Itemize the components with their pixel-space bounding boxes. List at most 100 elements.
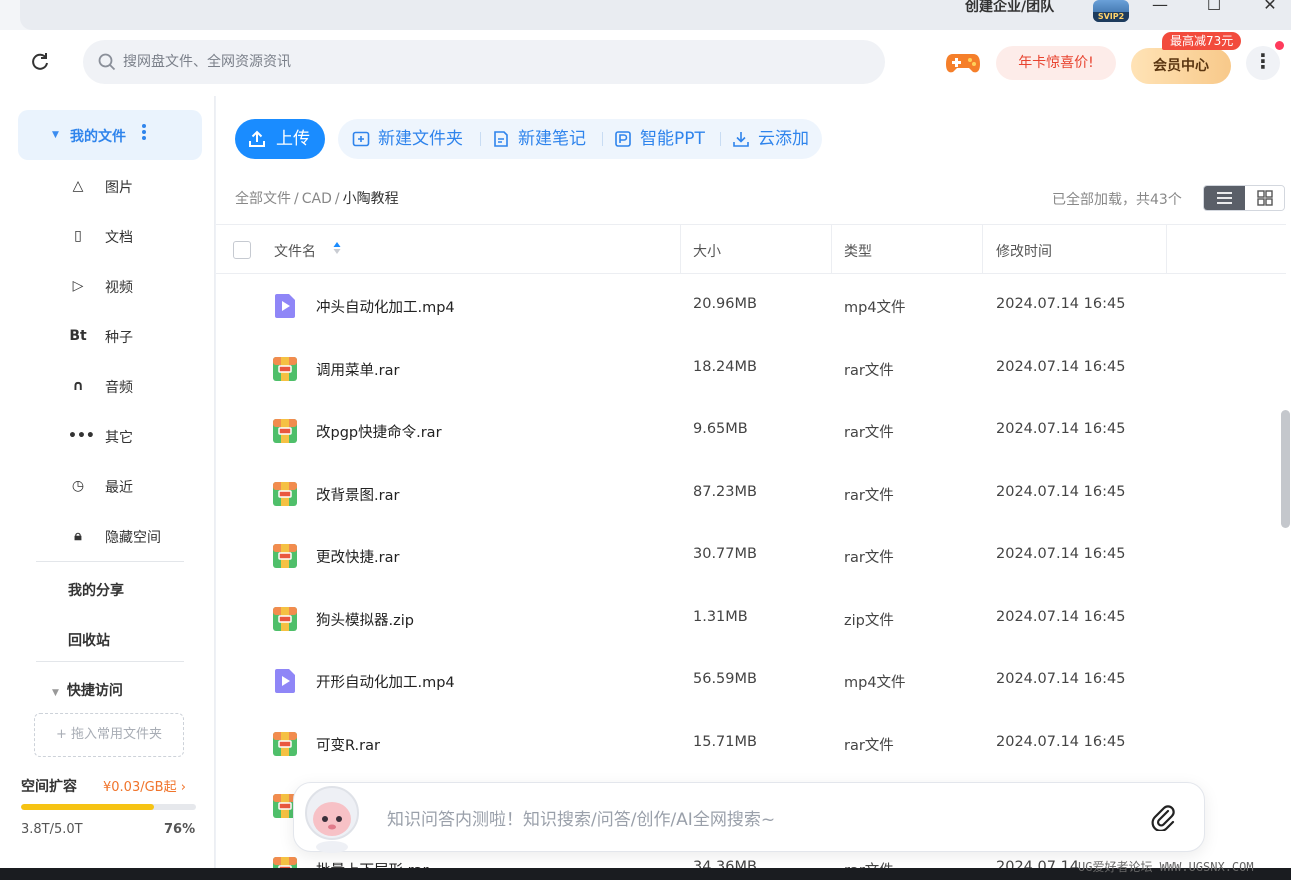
sidebar-item-recent[interactable]: ◷ 最近 bbox=[60, 472, 190, 502]
quick-access-header[interactable]: ▼ 快捷访问 bbox=[52, 680, 123, 700]
sidebar-item-label: 隐藏空间 bbox=[105, 530, 161, 546]
notification-dot bbox=[1275, 41, 1284, 50]
sort-arrow-icon[interactable] bbox=[333, 241, 341, 255]
upload-label: 上传 bbox=[276, 129, 310, 149]
header: 年卡惊喜价! 会员中心 最高减73元 ⋮ bbox=[0, 30, 1291, 96]
table-row[interactable]: 可变R.rar 15.71MB rar文件 2024.07.14 16:45 bbox=[216, 713, 1286, 775]
archive-file-icon bbox=[273, 731, 297, 756]
more-menu-button[interactable]: ⋮ bbox=[1246, 46, 1280, 80]
file-name: 开形自动化加工.mp4 bbox=[316, 675, 455, 691]
search-input[interactable] bbox=[123, 40, 863, 84]
sidebar-item-my-shares[interactable]: 我的分享 bbox=[68, 580, 124, 600]
table-header: 文件名 大小 类型 修改时间 bbox=[216, 224, 1286, 274]
table-row[interactable]: 开形自动化加工.mp4 56.59MB mp4文件 2024.07.14 16:45 bbox=[216, 650, 1286, 712]
create-team-link[interactable]: 创建企业/团队 bbox=[965, 0, 1054, 14]
new-folder-label: 新建文件夹 bbox=[378, 129, 463, 149]
sidebar-item-hidden-space[interactable]: 🔒︎ 隐藏空间 bbox=[60, 522, 190, 552]
minimize-button[interactable]: — bbox=[1150, 0, 1170, 14]
lock-icon: 🔒︎ bbox=[74, 528, 82, 544]
file-type: zip文件 bbox=[844, 612, 894, 629]
toolbar-divider bbox=[602, 132, 603, 146]
vip-center-button[interactable]: 会员中心 bbox=[1131, 48, 1231, 84]
sidebar-item-torrents[interactable]: Bt 种子 bbox=[60, 322, 190, 352]
table-row[interactable]: 改背景图.rar 87.23MB rar文件 2024.07.14 16:45 bbox=[216, 463, 1286, 525]
ai-search-bar[interactable]: 知识问答内测啦！知识搜索/问答/创作/AI全网搜索~ bbox=[293, 782, 1205, 853]
caret-down-icon: ▼ bbox=[52, 130, 59, 140]
sidebar-item-documents[interactable]: ▯ 文档 bbox=[60, 222, 190, 252]
quick-access-label: 快捷访问 bbox=[66, 683, 123, 699]
column-header-size[interactable]: 大小 bbox=[693, 241, 721, 261]
table-row[interactable]: 更改快捷.rar 30.77MB rar文件 2024.07.14 16:45 bbox=[216, 525, 1286, 587]
breadcrumb: 全部文件 / CAD / 小陶教程 bbox=[235, 188, 399, 208]
breadcrumb-cad[interactable]: CAD bbox=[302, 191, 332, 207]
caret-down-icon: ▼ bbox=[52, 688, 59, 698]
table-row[interactable]: 调用菜单.rar 18.24MB rar文件 2024.07.14 16:45 bbox=[216, 338, 1286, 400]
game-controller-icon[interactable] bbox=[945, 50, 981, 76]
sidebar-item-images[interactable]: △ 图片 bbox=[60, 172, 190, 202]
scrollbar-thumb[interactable] bbox=[1281, 410, 1290, 528]
breadcrumb-root[interactable]: 全部文件 bbox=[235, 191, 291, 207]
attachment-icon[interactable] bbox=[1150, 803, 1176, 831]
watermark-text: UG爱好者论坛 WWW.UGSNX.COM bbox=[1078, 860, 1254, 874]
select-all-checkbox[interactable] bbox=[233, 241, 251, 259]
sidebar-item-audio[interactable]: ∩ 音频 bbox=[60, 372, 190, 402]
file-type: rar文件 bbox=[844, 362, 894, 379]
main-panel: 上传 新建文件夹 新建笔记 智能PPT 云添加 全部文件 / CAD / 小陶教… bbox=[216, 96, 1291, 880]
archive-file-icon bbox=[273, 606, 297, 631]
upload-icon bbox=[249, 130, 265, 147]
breadcrumb-separator: / bbox=[294, 191, 299, 207]
table-row[interactable]: 狗头模拟器.zip 1.31MB zip文件 2024.07.14 16:45 bbox=[216, 588, 1286, 650]
file-size: 56.59MB bbox=[693, 671, 757, 687]
file-type: rar文件 bbox=[844, 550, 894, 566]
grid-view-button[interactable] bbox=[1245, 186, 1284, 210]
maximize-button[interactable]: ☐ bbox=[1204, 0, 1224, 14]
file-size: 1.31MB bbox=[693, 608, 748, 625]
space-expand-price-link[interactable]: ¥0.03/GB起 › bbox=[103, 776, 186, 795]
add-folder-icon bbox=[352, 131, 370, 147]
archive-file-icon bbox=[273, 419, 297, 443]
sidebar-item-other[interactable]: ••• 其它 bbox=[60, 422, 190, 452]
new-note-label: 新建笔记 bbox=[518, 129, 586, 149]
breadcrumb-separator: / bbox=[334, 191, 340, 207]
refresh-icon[interactable] bbox=[28, 50, 52, 74]
sidebar-item-label: 音频 bbox=[105, 380, 133, 396]
action-toolbar: 新建文件夹 新建笔记 智能PPT 云添加 bbox=[338, 119, 822, 159]
sidebar-item-label: 图片 bbox=[105, 180, 133, 196]
column-header-type[interactable]: 类型 bbox=[844, 241, 872, 261]
video-file-icon bbox=[275, 669, 295, 693]
close-button[interactable]: ✕ bbox=[1260, 0, 1280, 14]
list-view-button[interactable] bbox=[1204, 186, 1245, 210]
file-modified-time: 2024.07.14 16:45 bbox=[996, 421, 1126, 437]
archive-file-icon bbox=[273, 481, 297, 506]
upload-button[interactable]: 上传 bbox=[235, 119, 325, 159]
column-header-modified[interactable]: 修改时间 bbox=[996, 241, 1052, 261]
file-modified-time: 2024.07.14 16:45 bbox=[996, 296, 1126, 312]
annual-promo-button[interactable]: 年卡惊喜价! bbox=[996, 46, 1116, 80]
search-box[interactable] bbox=[83, 40, 885, 84]
file-type: rar文件 bbox=[844, 737, 894, 754]
file-modified-time: 2024.07.14 16:45 bbox=[996, 483, 1126, 500]
file-name: 狗头模拟器.zip bbox=[316, 612, 414, 629]
avatar[interactable]: SVIP2 bbox=[1093, 0, 1129, 22]
space-expand-title: 空间扩容 bbox=[21, 779, 77, 795]
sidebar-item-videos[interactable]: ▷ 视频 bbox=[60, 272, 190, 302]
storage-progress-fill bbox=[21, 804, 154, 810]
column-divider bbox=[680, 225, 681, 274]
loaded-status: 已全部加载，共43个 bbox=[1052, 192, 1182, 208]
drop-folder-zone[interactable]: + 拖入常用文件夹 bbox=[34, 713, 184, 757]
file-type: mp4文件 bbox=[844, 300, 906, 316]
file-name: 可变R.rar bbox=[316, 737, 380, 754]
file-size: 18.24MB bbox=[693, 358, 757, 375]
file-modified-time: 2024.07.14 16:45 bbox=[996, 546, 1126, 562]
sidebar-item-my-files[interactable]: ▼ 我的文件 bbox=[18, 110, 202, 160]
table-row[interactable]: 改pgp快捷命令.rar 9.65MB rar文件 2024.07.14 16:45 bbox=[216, 400, 1286, 462]
sidebar-item-recycle-bin[interactable]: 回收站 bbox=[68, 630, 110, 650]
title-bar: 创建企业/团队 SVIP2 — ☐ ✕ bbox=[0, 0, 1291, 30]
table-row[interactable]: 冲头自动化加工.mp4 20.96MB mp4文件 2024.07.14 16:45 bbox=[216, 275, 1286, 337]
file-type: rar文件 bbox=[844, 425, 894, 441]
column-header-name[interactable]: 文件名 bbox=[274, 241, 316, 261]
cloud-add-label: 云添加 bbox=[758, 129, 809, 149]
archive-file-icon bbox=[273, 544, 297, 568]
file-size: 30.77MB bbox=[693, 546, 757, 562]
kebab-menu-icon[interactable] bbox=[142, 122, 148, 142]
